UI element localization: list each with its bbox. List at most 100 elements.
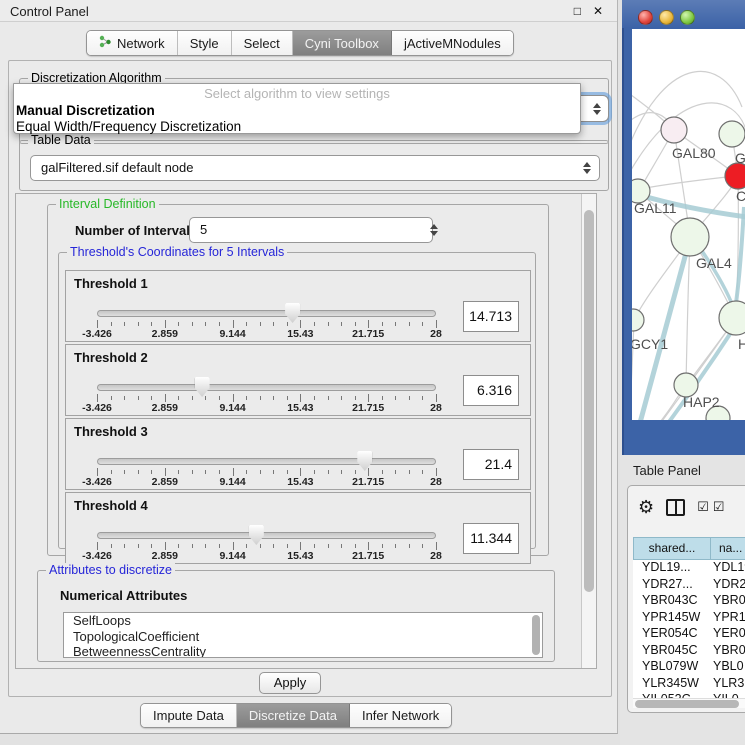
table-panel: Table Panel ⚙ ☑ ☑ shared... na... YDL19.… — [620, 455, 745, 745]
GAL80-node[interactable] — [661, 117, 687, 143]
column-header-name[interactable]: na... — [711, 537, 745, 560]
table-row[interactable]: YDL19...YDL19 — [633, 560, 745, 577]
cyni-toolbox-panel: Discretization Algorithm Select algorith… — [8, 60, 612, 697]
algorithm-dropdown-popup: Select algorithm to view settings Manual… — [13, 83, 581, 134]
cell-shared-name: YBR043C — [633, 593, 705, 610]
minimize-traffic-light-icon[interactable] — [659, 10, 674, 25]
node-label-gcy1: GCY1 — [632, 336, 668, 352]
threshold-label: Threshold 1 — [74, 276, 148, 291]
cell-shared-name: YDR27... — [633, 577, 705, 594]
table-row[interactable]: YPR145WYPR1 — [633, 610, 745, 627]
network-edge[interactable] — [640, 176, 736, 189]
table-row[interactable]: YBR045CYBR0 — [633, 643, 745, 660]
vertical-scrollbar[interactable] — [581, 194, 596, 668]
table-data-group: Table Data galFiltered.sif default node — [19, 140, 609, 191]
tab-select[interactable]: Select — [232, 31, 293, 55]
slider-tick-labels: -3.4262.8599.14415.4321.71528 — [97, 476, 436, 488]
threshold-panel-4: Threshold 4 -3.4262.8599.14415.4321.71528… — [65, 492, 531, 564]
column-header-shared-name[interactable]: shared... — [633, 537, 711, 560]
threshold-slider-track[interactable] — [97, 458, 436, 465]
table-row[interactable]: YBR043CYBR0 — [633, 593, 745, 610]
threshold-value-field[interactable]: 6.316 — [463, 375, 519, 406]
attributes-scrollbar[interactable] — [531, 614, 541, 656]
attribute-list-item[interactable]: BetweennessCentrality — [64, 644, 542, 658]
table-row[interactable]: YER054CYER0 — [633, 626, 745, 643]
tab-cyni-toolbox[interactable]: Cyni Toolbox — [293, 31, 392, 55]
threshold-value-field[interactable]: 14.713 — [463, 301, 519, 332]
GCY1-node[interactable] — [632, 309, 644, 331]
GAL4-node[interactable] — [671, 218, 709, 256]
tab-label: Style — [190, 36, 219, 51]
tab-discretize-data[interactable]: Discretize Data — [237, 704, 350, 727]
cell-name: YDL19 — [705, 560, 745, 577]
network-canvas[interactable]: GAL80GACGAL11GAL4GCY1HHAP2 — [632, 29, 745, 420]
apply-button[interactable]: Apply — [259, 672, 321, 694]
table-rows: YDL19...YDL19YDR27...YDR2YBR043CYBR0YPR1… — [633, 560, 745, 698]
attribute-list-item[interactable]: TopologicalCoefficient — [64, 629, 542, 645]
threshold-panel-1: Threshold 1 -3.4262.8599.14415.4321.71528… — [65, 270, 531, 342]
popup-item-2[interactable]: Equal Width/Frequency Discretization — [16, 119, 571, 135]
table-row[interactable]: YLR345WYLR3 — [633, 676, 745, 693]
horizontal-scrollbar[interactable] — [633, 698, 745, 708]
main-tabs: Network Style SelectCyni ToolboxjActiveMNo… — [86, 30, 514, 56]
node-label-hap2: HAP2 — [683, 394, 720, 410]
tab-style[interactable]: Style — [178, 31, 232, 55]
node-label-h: H — [738, 336, 745, 352]
threshold-label: Threshold 2 — [74, 350, 148, 365]
float-window-icon[interactable]: □ — [574, 4, 581, 18]
threshold-label: Threshold 4 — [74, 498, 148, 513]
num-intervals-spinner[interactable]: 5 — [189, 217, 433, 243]
tab-jactivemnodules[interactable]: jActiveMNodules — [392, 31, 513, 55]
group-title: Table Data — [28, 133, 94, 148]
slider-tick-labels: -3.4262.8599.14415.4321.71528 — [97, 328, 436, 340]
network-graph[interactable]: GAL80GACGAL11GAL4GCY1HHAP2 — [632, 29, 745, 420]
threshold-slider-track[interactable] — [97, 384, 436, 391]
slider-tick-labels: -3.4262.8599.14415.4321.71528 — [97, 550, 436, 562]
node-partial-right[interactable] — [719, 121, 745, 147]
threshold-label: Threshold 3 — [74, 424, 148, 439]
close-traffic-light-icon[interactable] — [638, 10, 653, 25]
attributes-list[interactable]: SelfLoopsTopologicalCoefficientBetweenne… — [63, 612, 543, 658]
threshold-slider-track[interactable] — [97, 532, 436, 539]
threshold-value-field[interactable]: 11.344 — [463, 523, 519, 554]
tab-network[interactable]: Network — [87, 31, 178, 55]
threshold-value-field[interactable]: 21.4 — [463, 449, 519, 480]
network-edge-highlighted[interactable] — [736, 207, 744, 303]
attributes-group: Attributes to discretize Numerical Attri… — [37, 570, 555, 662]
red-node[interactable] — [725, 163, 745, 189]
split-columns-icon[interactable] — [666, 499, 685, 516]
table-toolbar: ⚙ ☑ ☑ — [638, 494, 725, 520]
checkbox-icon[interactable]: ☑ — [697, 499, 710, 515]
cell-name: YPR1 — [705, 610, 745, 627]
cell-shared-name: YER054C — [633, 626, 705, 643]
table-row[interactable]: YBL079WYBL0 — [633, 659, 745, 676]
node-label-gal80: GAL80 — [672, 145, 716, 161]
network-view-window[interactable]: GAL80GACGAL11GAL4GCY1HHAP2 — [622, 0, 745, 455]
node-label-gal4: GAL4 — [696, 255, 732, 271]
numerical-attributes-label: Numerical Attributes — [60, 588, 187, 603]
tab-label: Impute Data — [153, 708, 224, 723]
tab-impute-data[interactable]: Impute Data — [141, 704, 237, 727]
network-edge[interactable] — [686, 239, 690, 383]
cell-name: YBR0 — [705, 593, 745, 610]
cell-shared-name: YBR045C — [633, 643, 705, 660]
checkbox-icon[interactable]: ☑ — [713, 499, 726, 515]
tab-infer-network[interactable]: Infer Network — [350, 704, 451, 727]
control-panel: Control Panel □ ✕ Network Style SelectCyni… — [0, 0, 618, 734]
table-data-combobox[interactable]: galFiltered.sif default node — [30, 155, 600, 181]
threshold-slider-track[interactable] — [97, 310, 436, 317]
zoom-traffic-light-icon[interactable] — [680, 10, 695, 25]
cell-name: YER0 — [705, 626, 745, 643]
cell-shared-name: YDL19... — [633, 560, 705, 577]
H-node[interactable] — [719, 301, 745, 335]
attribute-list-item[interactable]: SelfLoops — [64, 613, 542, 629]
group-title: Interval Definition — [56, 197, 159, 212]
gear-icon[interactable]: ⚙ — [638, 497, 654, 517]
close-icon[interactable]: ✕ — [593, 4, 603, 18]
table-row[interactable]: YDR27...YDR2 — [633, 577, 745, 594]
cell-name: YDR2 — [705, 577, 745, 594]
slider-tick-labels: -3.4262.8599.14415.4321.71528 — [97, 402, 436, 414]
popup-item-1[interactable]: Manual Discretization — [16, 103, 571, 119]
cell-name: YLR3 — [705, 676, 744, 693]
panel-title: Control Panel — [10, 4, 89, 19]
